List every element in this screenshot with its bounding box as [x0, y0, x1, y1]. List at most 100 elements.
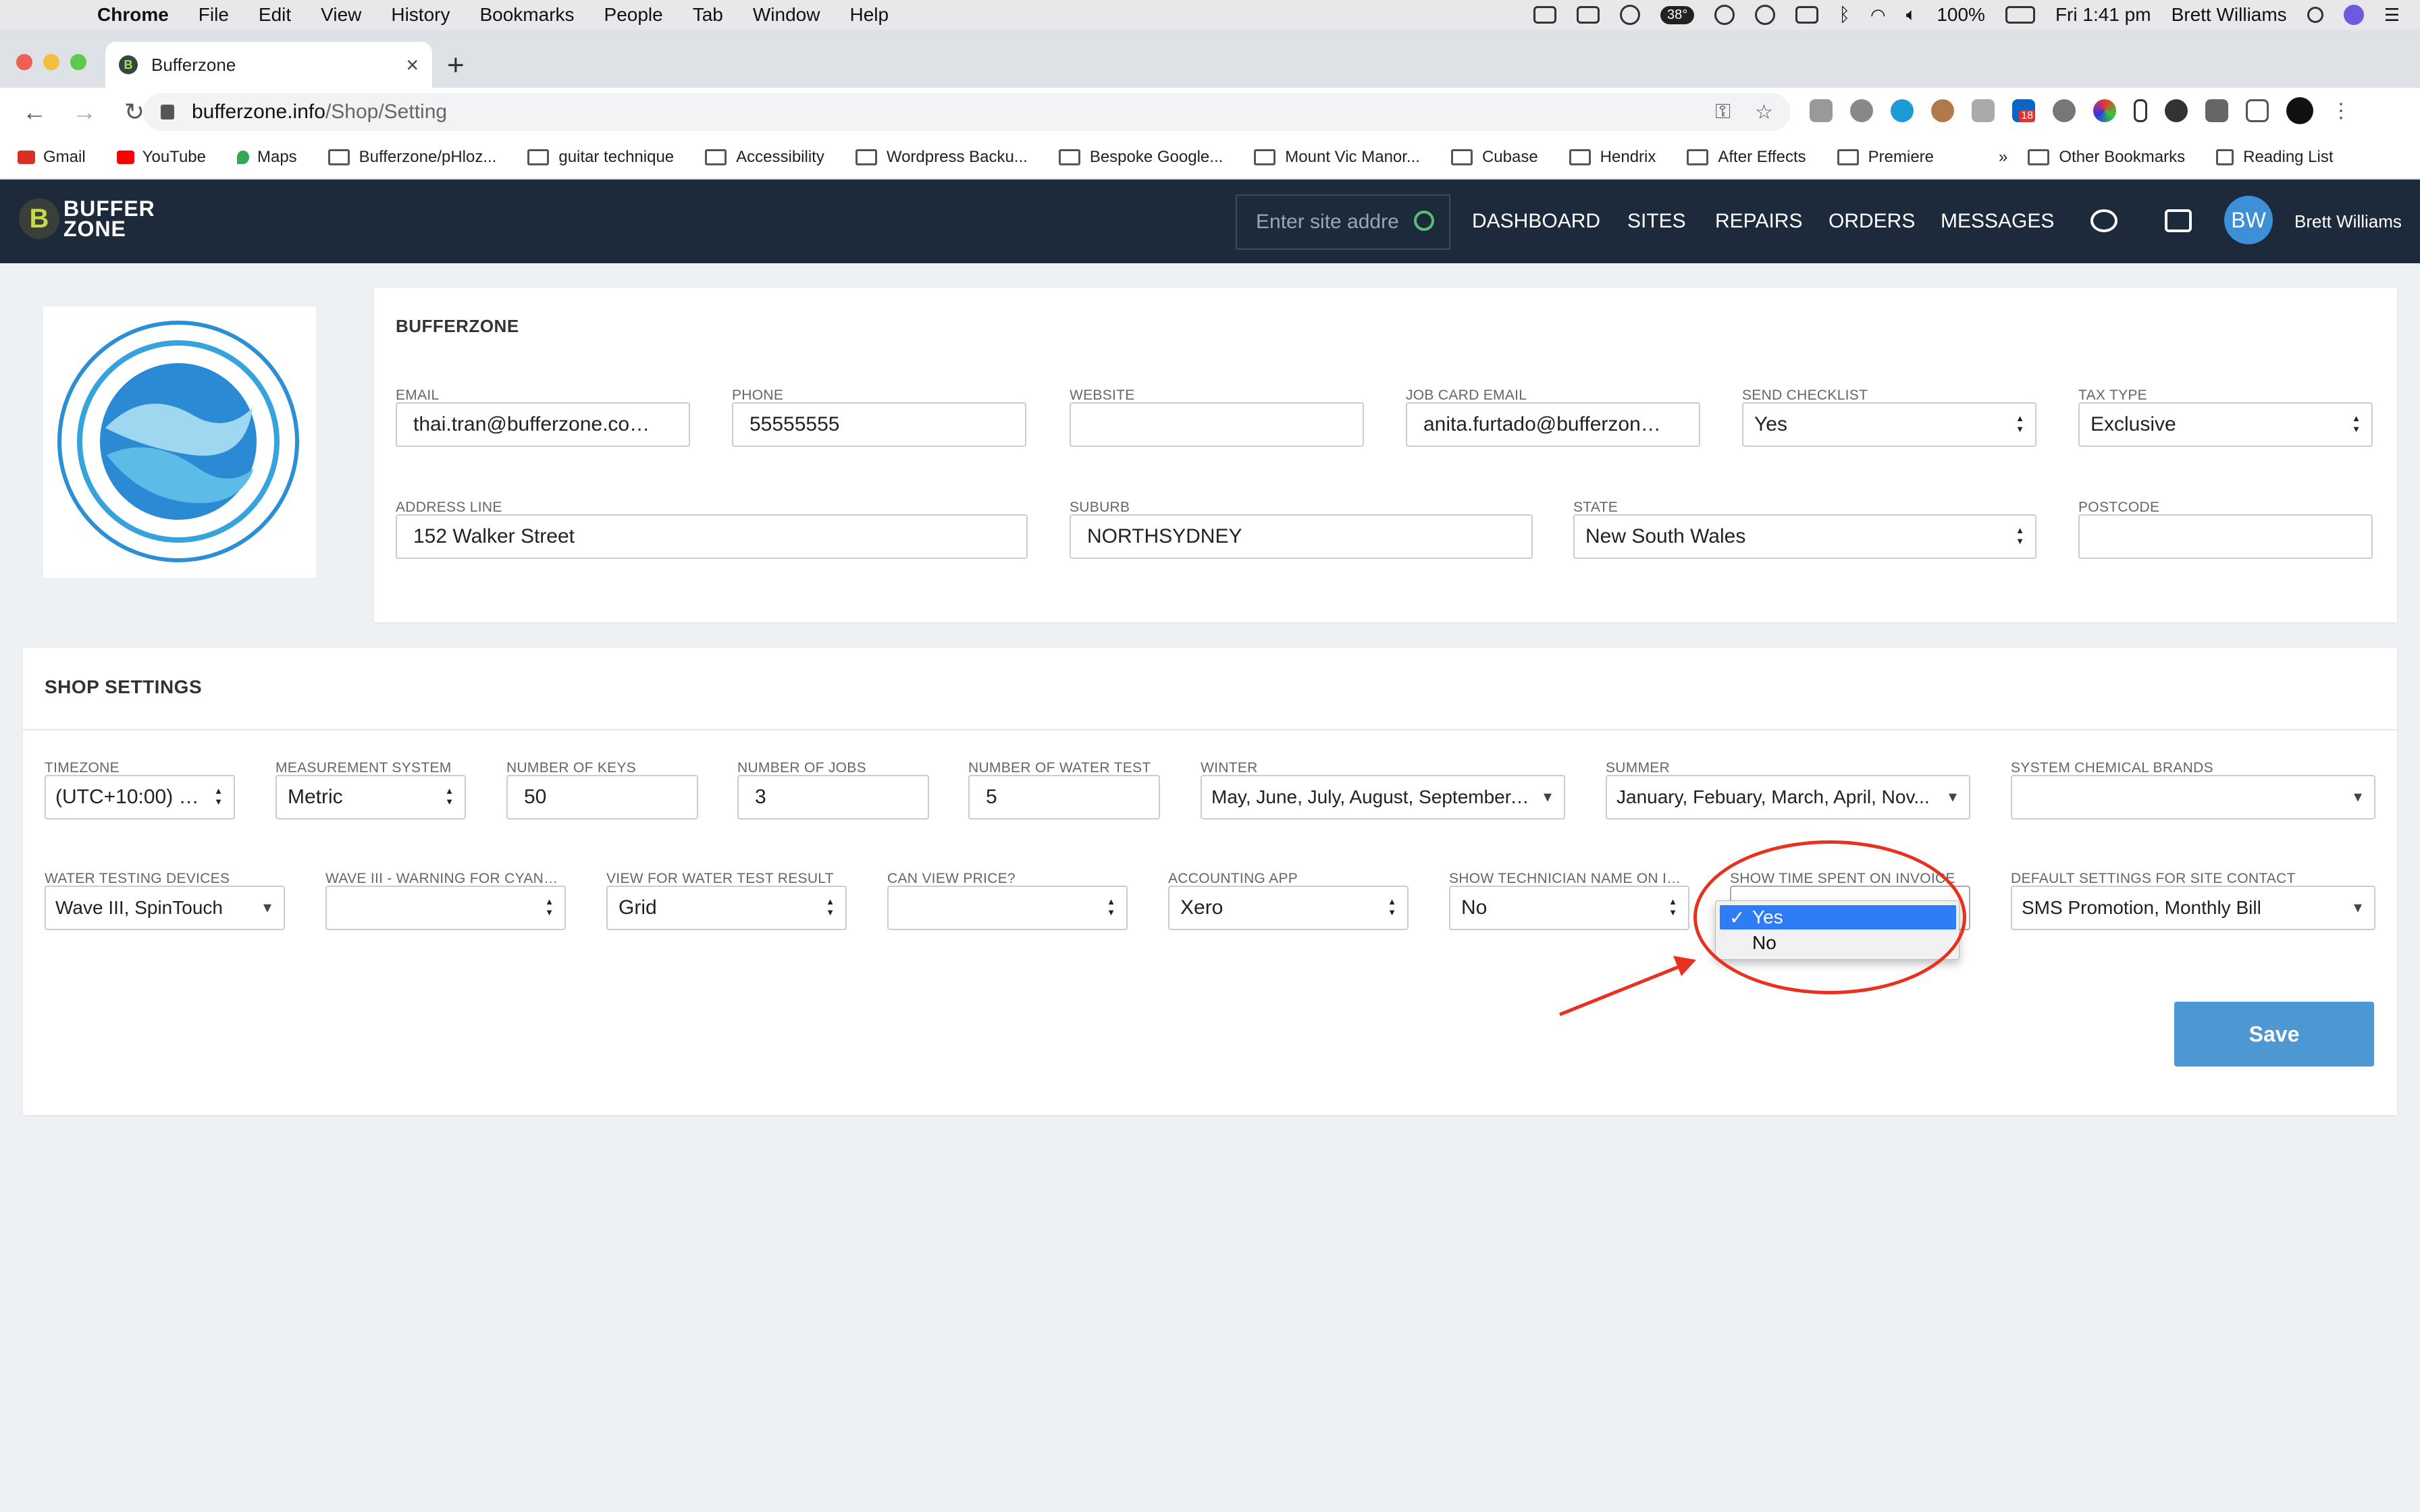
water-test-view-select[interactable]: Grid [606, 886, 847, 930]
menu-view[interactable]: View [321, 4, 361, 26]
menu-tab[interactable]: Tab [693, 4, 723, 26]
search-icon[interactable] [1414, 211, 1434, 231]
system-chemical-brands-multiselect[interactable] [2011, 775, 2375, 819]
state-select[interactable]: New South Wales [1573, 514, 2036, 559]
phone-input[interactable]: 55555555 [732, 402, 1026, 447]
company-logo[interactable] [43, 306, 316, 578]
linkedin-extension-icon[interactable]: 18 [2012, 99, 2035, 122]
sync-icon[interactable] [2090, 209, 2118, 232]
bookmark-folder-mountvic[interactable]: Mount Vic Manor... [1254, 148, 1420, 167]
forward-icon[interactable]: → [69, 98, 100, 126]
time-machine-icon[interactable] [1755, 5, 1776, 25]
bookmark-folder-wordpress[interactable]: Wordpress Backu... [855, 148, 1028, 167]
maximize-window-button[interactable] [70, 54, 86, 70]
number-of-keys-input[interactable]: 50 [506, 775, 698, 819]
cyanuric-warning-select[interactable] [325, 886, 566, 930]
chrome-profile-avatar[interactable] [2286, 97, 2313, 124]
new-tab-icon[interactable]: + [447, 49, 465, 82]
send-checklist-select[interactable]: Yes [1742, 402, 2036, 447]
email-input[interactable]: thai.tran@bufferzone.com.au [396, 402, 690, 447]
nav-sites[interactable]: SITES [1627, 180, 1686, 263]
default-site-contact-multiselect[interactable]: SMS Promotion, Monthly Bill [2011, 886, 2375, 930]
nav-orders[interactable]: ORDERS [1829, 180, 1915, 263]
chat-icon[interactable] [2165, 209, 2192, 232]
measurement-system-select[interactable]: Metric [275, 775, 466, 819]
bufferzone-logo[interactable]: B BUFFER ZONE [19, 198, 155, 240]
bookmark-folder-cubase[interactable]: Cubase [1450, 148, 1538, 167]
can-view-price-select[interactable] [887, 886, 1128, 930]
menu-help[interactable]: Help [849, 4, 889, 26]
control-center-icon[interactable]: ☰ [2384, 5, 2400, 26]
sync-extension-icon[interactable] [1891, 99, 1914, 122]
show-technician-name-select[interactable]: No [1449, 886, 1689, 930]
mobile-extension-icon[interactable] [2134, 99, 2147, 122]
back-icon[interactable]: ← [19, 98, 50, 126]
bookmark-folder-bespoke[interactable]: Bespoke Google... [1058, 148, 1223, 167]
wifi-icon[interactable]: ◠ [1870, 5, 1886, 26]
wordpress-icon[interactable] [1714, 5, 1735, 25]
number-of-jobs-input[interactable]: 3 [737, 775, 929, 819]
tab-close-icon[interactable]: × [406, 53, 419, 78]
menu-window[interactable]: Window [753, 4, 820, 26]
battery-percent[interactable]: 100% [1937, 4, 1985, 26]
save-button[interactable]: Save [2174, 1002, 2374, 1066]
bookmarks-overflow[interactable]: » [1999, 148, 2007, 167]
header-user-name[interactable]: Brett Williams [2294, 180, 2402, 263]
profile-extension-icon[interactable] [1931, 99, 1954, 122]
volume-icon[interactable]: 🔈︎ [1906, 4, 1917, 26]
nav-messages[interactable]: MESSAGES [1941, 180, 2054, 263]
bookmark-folder-premiere[interactable]: Premiere [1837, 148, 1934, 167]
screenshot-extension-icon[interactable] [1810, 99, 1833, 122]
airplay-icon[interactable] [1795, 6, 1819, 24]
settings-extension-icon[interactable] [1850, 99, 1873, 122]
bookmark-folder-accessibility[interactable]: Accessibility [705, 148, 824, 167]
battery-icon[interactable] [2005, 6, 2035, 24]
bluetooth-icon[interactable]: ᛒ [1839, 4, 1850, 26]
address-bar[interactable]: bufferzone.info/Shop/Setting ⚿ ☆ [143, 93, 1791, 131]
temperature-badge[interactable]: 38° [1660, 5, 1695, 24]
tax-type-select[interactable]: Exclusive [2078, 402, 2373, 447]
address-input[interactable]: 152 Walker Street [396, 514, 1028, 559]
puzzle-extensions-icon[interactable] [2205, 99, 2228, 122]
browser-tab[interactable]: B Bufferzone × [105, 42, 432, 88]
winter-multiselect[interactable]: May, June, July, August, September, ... [1201, 775, 1565, 819]
dropbox-icon[interactable] [1576, 6, 1600, 24]
accounting-app-select[interactable]: Xero [1168, 886, 1409, 930]
menu-bookmarks[interactable]: Bookmarks [479, 4, 574, 26]
menu-history[interactable]: History [391, 4, 450, 26]
clock[interactable]: Fri 1:41 pm [2055, 4, 2151, 26]
wordpress-extension-icon[interactable] [2053, 99, 2076, 122]
key-icon[interactable]: ⚿ [1715, 101, 1731, 124]
bookmark-maps[interactable]: Maps [236, 148, 297, 167]
color-extension-icon[interactable] [2093, 99, 2116, 122]
summer-multiselect[interactable]: January, Febuary, March, April, Nov... [1606, 775, 1970, 819]
close-window-button[interactable] [16, 54, 32, 70]
camera-icon[interactable] [1533, 6, 1556, 24]
minimize-window-button[interactable] [43, 54, 59, 70]
job-card-email-input[interactable]: anita.furtado@bufferzone.cor [1406, 402, 1700, 447]
spotlight-icon[interactable] [2307, 7, 2323, 23]
nav-dashboard[interactable]: DASHBOARD [1472, 180, 1600, 263]
menubar-user[interactable]: Brett Williams [2172, 4, 2287, 26]
creative-cloud-icon[interactable] [1619, 5, 1640, 25]
postcode-input[interactable] [2078, 514, 2373, 559]
bookmark-folder-aftereffects[interactable]: After Effects [1687, 148, 1806, 167]
menu-file[interactable]: File [199, 4, 229, 26]
menu-edit[interactable]: Edit [259, 4, 291, 26]
user-avatar[interactable]: BW [2224, 196, 2273, 244]
timezone-select[interactable]: (UTC+10:00) Ca... [45, 775, 235, 819]
water-testing-devices-multiselect[interactable]: Wave III, SpinTouch [45, 886, 285, 930]
dark-extension-icon[interactable] [2165, 99, 2188, 122]
website-input[interactable] [1070, 402, 1364, 447]
bookmark-folder-guitar[interactable]: guitar technique [527, 148, 674, 167]
siri-icon[interactable] [2343, 5, 2364, 25]
reading-list[interactable]: Reading List [2216, 148, 2334, 167]
bookmark-star-icon[interactable]: ☆ [1755, 101, 1773, 124]
lock-icon[interactable] [161, 105, 174, 119]
menu-people[interactable]: People [604, 4, 663, 26]
bookmark-folder-hendrix[interactable]: Hendrix [1569, 148, 1656, 167]
site-search-input[interactable]: Enter site addre [1236, 194, 1450, 250]
cast-icon[interactable] [2246, 99, 2269, 122]
menu-app-name[interactable]: Chrome [97, 4, 169, 26]
bookmark-gmail[interactable]: Gmail [18, 148, 86, 167]
